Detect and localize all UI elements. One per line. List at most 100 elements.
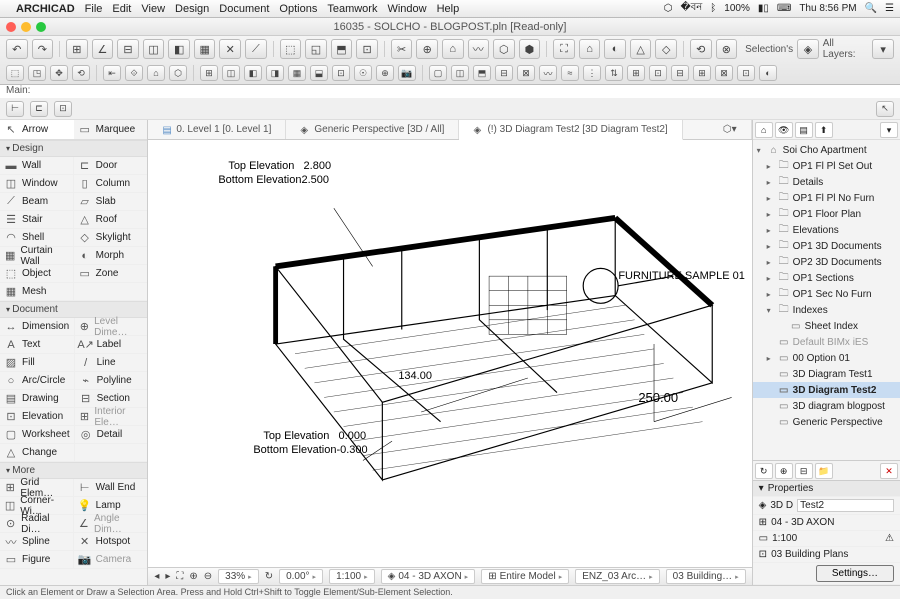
menu-file[interactable]: File bbox=[85, 3, 103, 15]
tb-btn[interactable]: ⟐ bbox=[125, 65, 143, 81]
zoom-button[interactable] bbox=[36, 22, 46, 32]
tb-btn[interactable]: ⊡ bbox=[332, 65, 350, 81]
tb-undo[interactable]: ↶ bbox=[6, 39, 28, 59]
selections-dropdown[interactable]: ◈ bbox=[797, 39, 819, 59]
tb-btn[interactable]: 〰 bbox=[468, 39, 490, 59]
tb-btn[interactable]: ⊕ bbox=[376, 65, 394, 81]
nav-delete[interactable]: ✕ bbox=[880, 463, 898, 479]
input-icon[interactable]: ⌨ bbox=[777, 3, 791, 14]
tool-change[interactable]: △Change bbox=[0, 444, 75, 462]
tb-btn[interactable]: ⬡ bbox=[169, 65, 187, 81]
nav-tb-view[interactable]: 👁 bbox=[775, 122, 793, 138]
app-name[interactable]: ARCHICAD bbox=[16, 3, 75, 15]
tb-btn[interactable]: ⊠ bbox=[715, 65, 733, 81]
tb-btn[interactable]: ▦ bbox=[288, 65, 306, 81]
close-button[interactable] bbox=[6, 22, 16, 32]
tb-btn[interactable]: ◐ bbox=[759, 65, 777, 81]
tool-slab[interactable]: ▱Slab bbox=[74, 193, 148, 211]
tb-btn[interactable]: ⛶ bbox=[553, 39, 575, 59]
tb-btn[interactable]: ⊡ bbox=[649, 65, 667, 81]
tb-btn[interactable]: ⇤ bbox=[103, 65, 121, 81]
menu-document[interactable]: Document bbox=[219, 3, 269, 15]
clock[interactable]: Thu 8:56 PM bbox=[799, 3, 856, 14]
nav-item-op1-sec-no-furn[interactable]: ▸🗀OP1 Sec No Furn bbox=[753, 286, 900, 302]
tool-radial-di-[interactable]: ⊙Radial Di… bbox=[0, 515, 74, 533]
tool-roof[interactable]: △Roof bbox=[74, 211, 148, 229]
tool-drawing[interactable]: ▤Drawing bbox=[0, 390, 75, 408]
geometry-method-3[interactable]: ⊡ bbox=[54, 101, 72, 117]
view-field[interactable]: ◈ 04 - 3D AXON bbox=[381, 569, 476, 584]
menu-view[interactable]: View bbox=[141, 3, 165, 15]
tb-btn[interactable]: ◫ bbox=[451, 65, 469, 81]
nav-item-3d-diagram-blogpost[interactable]: ▭3D diagram blogpost bbox=[753, 398, 900, 414]
battery-icon[interactable]: ▮▯ bbox=[758, 3, 769, 14]
tb-btn[interactable]: ⬚ bbox=[280, 39, 302, 59]
tb-btn[interactable]: ⟲ bbox=[72, 65, 90, 81]
tb-btn[interactable]: ⟋ bbox=[245, 39, 267, 59]
tool-line[interactable]: /Line bbox=[75, 354, 148, 372]
zoom-field[interactable]: 33% bbox=[218, 569, 259, 584]
nav-prev[interactable]: ◂ bbox=[154, 571, 159, 582]
tb-btn[interactable]: ⋮ bbox=[583, 65, 601, 81]
tb-btn[interactable]: ◇ bbox=[655, 39, 677, 59]
building-field[interactable]: 03 Building… bbox=[666, 569, 746, 584]
tool-hotspot[interactable]: ✕Hotspot bbox=[74, 533, 148, 551]
nav-item-elevations[interactable]: ▸🗀Elevations bbox=[753, 222, 900, 238]
nav-item-3d-diagram-test2[interactable]: ▭3D Diagram Test2 bbox=[753, 382, 900, 398]
arc-field[interactable]: ENZ_03 Arc… bbox=[575, 569, 659, 584]
tool-skylight[interactable]: ◇Skylight bbox=[74, 229, 148, 247]
tb-btn[interactable]: ⬓ bbox=[310, 65, 328, 81]
tool-marquee[interactable]: ▭Marquee bbox=[74, 120, 148, 139]
tool-figure[interactable]: ▭Figure bbox=[0, 551, 74, 569]
tb-btn[interactable]: ⊡ bbox=[737, 65, 755, 81]
tb-btn[interactable]: ⊞ bbox=[66, 39, 88, 59]
angle-field[interactable]: 0.00° bbox=[279, 569, 323, 584]
tb-btn[interactable]: ▦ bbox=[194, 39, 216, 59]
cursor-btn[interactable]: ↖ bbox=[876, 101, 894, 117]
tool-polyline[interactable]: ⌁Polyline bbox=[75, 372, 148, 390]
section-design[interactable]: Design bbox=[0, 140, 147, 157]
nav-item-sheet-index[interactable]: ▭Sheet Index bbox=[753, 318, 900, 334]
nav-item-op1-fl-pl-no-furn[interactable]: ▸🗀OP1 Fl Pl No Furn bbox=[753, 190, 900, 206]
tool-interior-ele-[interactable]: ⊞Interior Ele… bbox=[75, 408, 148, 426]
minimize-button[interactable] bbox=[21, 22, 31, 32]
tool-elevation[interactable]: ⊡Elevation bbox=[0, 408, 75, 426]
nav-item-default-bimx-ies[interactable]: ▭Default BIMx iES bbox=[753, 334, 900, 350]
tab-perspective[interactable]: ◈Generic Perspective [3D / All] bbox=[286, 120, 459, 139]
tb-btn[interactable]: ⊡ bbox=[356, 39, 378, 59]
geometry-method-1[interactable]: ⊢ bbox=[6, 101, 24, 117]
tb-btn[interactable]: ◱ bbox=[305, 39, 327, 59]
tool-worksheet[interactable]: ▢Worksheet bbox=[0, 426, 75, 444]
tb-btn[interactable]: ⊕ bbox=[416, 39, 438, 59]
menu-help[interactable]: Help bbox=[437, 3, 460, 15]
zoom-out[interactable]: ⊖ bbox=[204, 571, 212, 582]
tb-btn[interactable]: ⌂ bbox=[442, 39, 464, 59]
tb-redo[interactable]: ↷ bbox=[32, 39, 54, 59]
nav-next[interactable]: ▸ bbox=[165, 571, 170, 582]
tb-btn[interactable]: ☉ bbox=[354, 65, 372, 81]
tool-morph[interactable]: ◐Morph bbox=[74, 247, 148, 265]
tb-btn[interactable]: ⬒ bbox=[331, 39, 353, 59]
zoom-in[interactable]: ⊕ bbox=[189, 571, 197, 582]
tb-btn[interactable]: ⇅ bbox=[605, 65, 623, 81]
drawing-canvas[interactable]: Top Elevation 2.800 Bottom Elevation2.50… bbox=[148, 140, 751, 567]
tb-btn[interactable]: ◫ bbox=[143, 39, 165, 59]
tool-door[interactable]: ⊏Door bbox=[74, 157, 148, 175]
tb-btn[interactable]: ∠ bbox=[92, 39, 114, 59]
tb-btn[interactable]: △ bbox=[630, 39, 652, 59]
model-field[interactable]: ⊞ Entire Model bbox=[481, 569, 569, 584]
scale-field[interactable]: 1:100 bbox=[329, 569, 375, 584]
tool-arrow[interactable]: ↖Arrow bbox=[0, 120, 74, 139]
tb-btn[interactable]: ⊞ bbox=[627, 65, 645, 81]
nav-item-3d-diagram-test1[interactable]: ▭3D Diagram Test1 bbox=[753, 366, 900, 382]
layers-dropdown[interactable]: ▾ bbox=[872, 39, 894, 59]
nav-item-op1-fl-pl-set-out[interactable]: ▸🗀OP1 Fl Pl Set Out bbox=[753, 158, 900, 174]
nav-item-op1-sections[interactable]: ▸🗀OP1 Sections bbox=[753, 270, 900, 286]
tool-angle-dim-[interactable]: ∠Angle Dim… bbox=[74, 515, 148, 533]
nav-tb-project[interactable]: ⌂ bbox=[755, 122, 773, 138]
zoom-extents[interactable]: ⛶ bbox=[176, 571, 183, 582]
tb-btn[interactable]: ⬡ bbox=[493, 39, 515, 59]
tb-btn[interactable]: ◫ bbox=[222, 65, 240, 81]
menu-options[interactable]: Options bbox=[279, 3, 317, 15]
nav-item-details[interactable]: ▸🗀Details bbox=[753, 174, 900, 190]
